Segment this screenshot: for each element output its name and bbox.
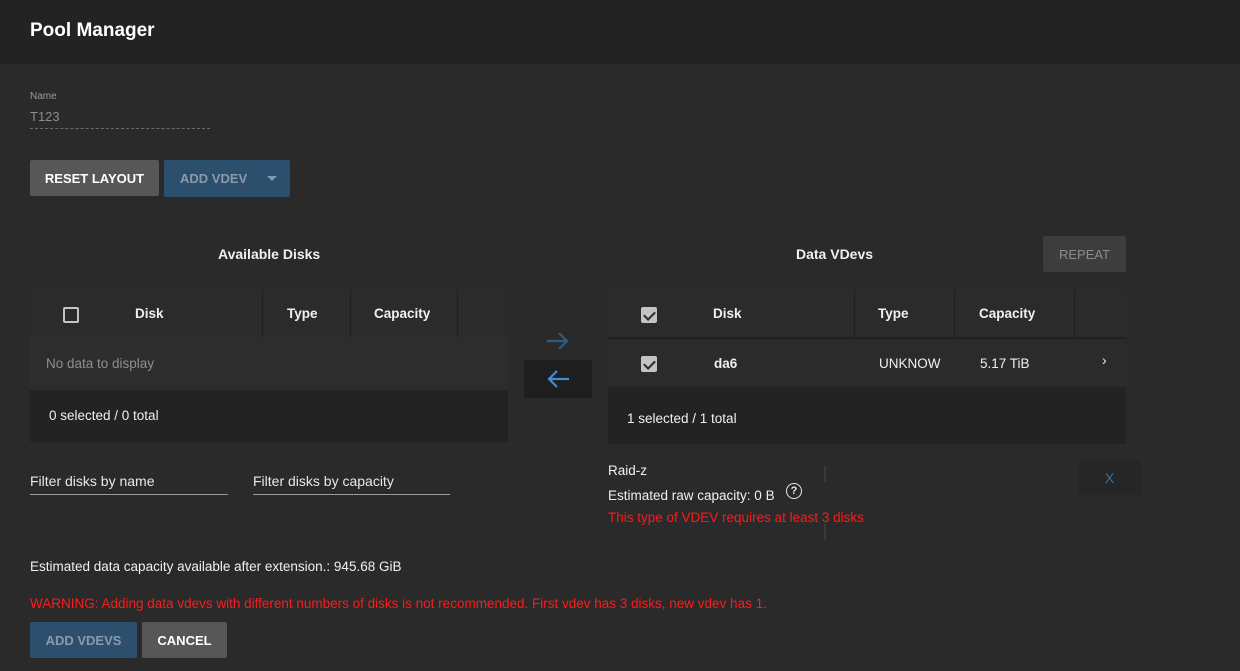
vdev-error-message: This type of VDEV requires at least 3 di… — [608, 510, 864, 525]
select-all-checkbox[interactable] — [641, 307, 657, 323]
repeat-button[interactable]: REPEAT — [1043, 236, 1126, 272]
table-footer: 0 selected / 0 total — [49, 408, 159, 423]
row-checkbox[interactable] — [641, 355, 657, 372]
header-disk-cell: Disk — [30, 289, 263, 337]
table-header: Disk Type Capacity — [608, 289, 1126, 337]
disk-capacity: 5.17 TiB — [980, 356, 1030, 371]
filter-disks-capacity-input[interactable]: Filter disks by capacity — [253, 473, 450, 495]
add-vdev-button[interactable]: ADD VDEV — [164, 160, 290, 197]
empty-message: No data to display — [30, 337, 508, 390]
column-header-type-label: Type — [878, 305, 909, 321]
table-header: Disk Type Capacity — [30, 289, 508, 337]
cancel-button[interactable]: CANCEL — [142, 622, 227, 658]
column-header-actions — [458, 289, 508, 337]
reset-layout-button[interactable]: RESET LAYOUT — [30, 160, 159, 196]
column-header-capacity[interactable]: Capacity — [955, 289, 1075, 337]
add-vdev-label: ADD VDEV — [180, 171, 248, 186]
data-vdevs-title: Data VDevs — [796, 246, 874, 262]
disk-name: da6 — [714, 356, 738, 371]
divider — [824, 524, 826, 540]
data-vdevs-table: Disk Type Capacity da6 UNKNOW 5.17 TiB ›… — [608, 289, 1126, 444]
move-left-button[interactable] — [524, 360, 592, 398]
arrow-left-icon — [547, 370, 569, 388]
page-title: Pool Manager — [30, 20, 155, 41]
filter-disks-name-input[interactable]: Filter disks by name — [30, 473, 228, 495]
move-right-button[interactable] — [524, 322, 592, 360]
warning-message: WARNING: Adding data vdevs with differen… — [30, 596, 767, 611]
raid-type-label: Raid-z — [608, 463, 648, 478]
column-header-disk[interactable]: Disk — [713, 306, 742, 321]
table-footer: 1 selected / 1 total — [627, 411, 737, 426]
column-header-capacity-label: Capacity — [374, 305, 431, 321]
column-header-type[interactable]: Type — [855, 289, 955, 337]
available-disks-title: Available Disks — [218, 246, 321, 262]
name-input[interactable]: T123 — [30, 109, 60, 124]
column-header-actions — [1075, 289, 1126, 337]
column-header-type[interactable]: Type — [263, 289, 351, 337]
header-disk-cell: Disk — [608, 289, 855, 337]
disk-type: UNKNOW — [879, 356, 941, 371]
help-icon[interactable]: ? — [786, 483, 802, 499]
select-all-checkbox[interactable] — [63, 307, 79, 323]
remove-vdev-button[interactable]: X — [1078, 461, 1141, 495]
add-vdevs-button[interactable]: ADD VDEVS — [30, 622, 137, 658]
column-header-capacity[interactable]: Capacity — [351, 289, 458, 337]
expand-chevron-icon[interactable]: › — [1102, 335, 1107, 384]
table-row[interactable]: da6 UNKNOW 5.17 TiB › — [608, 338, 1126, 387]
column-header-type-label: Type — [287, 305, 318, 321]
row-checkbox-cell — [641, 339, 657, 388]
estimated-capacity-text: Estimated data capacity available after … — [30, 559, 402, 574]
column-header-capacity-label: Capacity — [979, 305, 1036, 321]
name-label: Name — [30, 91, 57, 102]
available-disks-table: Disk Type Capacity No data to display 0 … — [30, 289, 508, 442]
raw-capacity-text: Estimated raw capacity: 0 B — [608, 488, 775, 503]
arrow-right-icon — [547, 332, 569, 350]
column-header-disk[interactable]: Disk — [135, 306, 164, 321]
divider — [824, 466, 826, 482]
page-header: Pool Manager — [0, 0, 1240, 64]
name-input-underline — [30, 128, 210, 129]
caret-down-icon[interactable] — [267, 176, 277, 181]
